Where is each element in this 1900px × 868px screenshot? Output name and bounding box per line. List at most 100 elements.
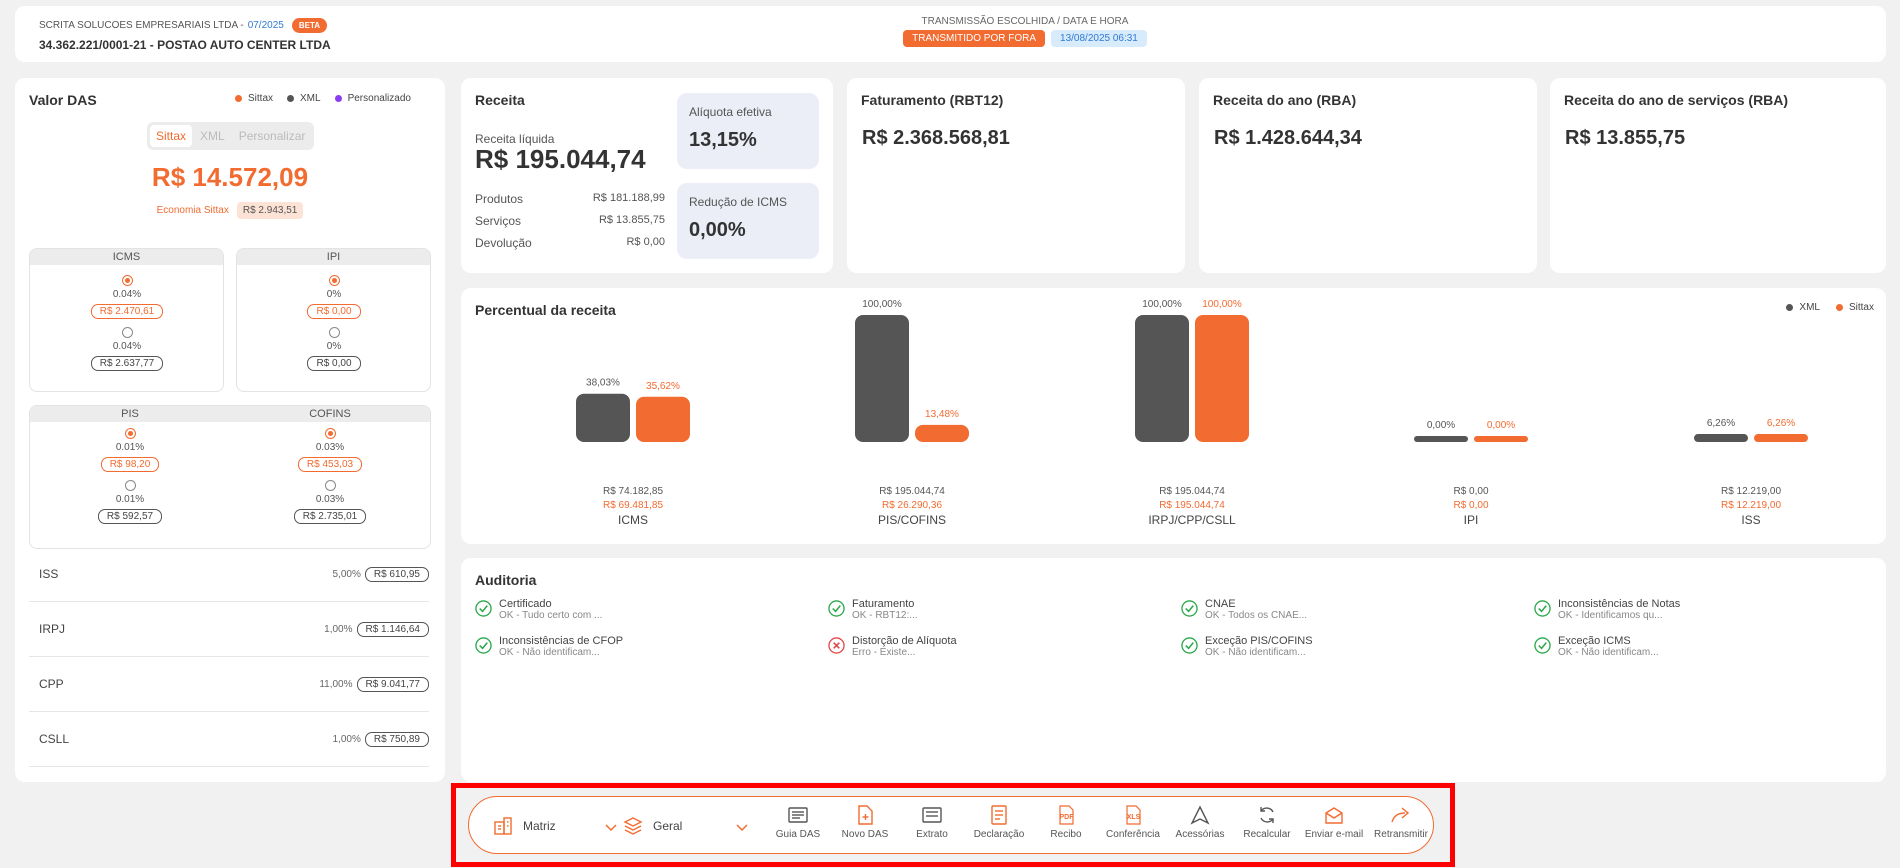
conferencia-button[interactable]: XLS Conferência [1101,805,1165,840]
tax-row-iss: ISS 5,00% R$ 610,95 [29,547,429,602]
audit-title: Exceção PIS/COFINS [1205,635,1313,647]
file-plus-icon [858,805,873,825]
tax-name: CSLL [39,732,70,746]
recalcular-button[interactable]: Recalcular [1235,805,1299,840]
refresh-icon [1260,807,1274,823]
bar-label: 38,03% [586,378,620,389]
das-legend: Sittax XML Personalizado [235,93,411,104]
amount-label: R$ 26.290,36 [882,500,942,511]
acessorias-button[interactable]: Acessórias [1168,805,1232,840]
audit-title: Inconsistências de CFOP [499,635,624,647]
audit-item[interactable]: Exceção ICMS OK - Não identificam... [1534,635,1659,658]
icms-radio-xml[interactable] [121,327,133,338]
audit-item[interactable]: Faturamento OK - RBT12:... [828,598,918,621]
ipi-radio-sittax[interactable] [328,275,340,286]
receita-line-servicos: Serviços R$ 13.855,75 [475,214,665,228]
share-arrow-icon [1391,807,1410,823]
enviar-email-button[interactable]: Enviar e-mail [1302,805,1366,840]
svg-text:XLS: XLS [1127,814,1141,821]
amount-label: R$ 12.219,00 [1721,486,1781,497]
audit-item[interactable]: Inconsistências de Notas OK - Identificam… [1534,598,1680,621]
button-label: Novo DAS [841,829,889,840]
receita-title: Receita [475,92,525,108]
tax-pct: 5,00% [332,568,361,580]
amount-label: R$ 195.044,74 [1159,486,1225,497]
audit-item[interactable]: Inconsistências de CFOP OK - Não identifi… [475,635,623,658]
cofins-radio-sittax[interactable] [324,428,336,439]
receita-line-produtos: Produtos R$ 181.188,99 [475,192,665,206]
chevron-down-icon[interactable] [736,822,748,832]
bar-xml [576,393,630,442]
tax-pct: 11,00% [319,678,353,690]
pdf-icon: PDF [1059,805,1074,825]
recibo-button[interactable]: PDF Recibo [1034,805,1098,840]
pis-radio-sittax[interactable] [124,428,136,439]
bar-label: 6,26% [1707,418,1735,429]
economy-label: Economia Sittax [156,205,229,216]
amount-label: R$ 195.044,74 [879,486,945,497]
auditoria-card: Auditoria Certificado OK - Tudo certo com… [461,558,1886,782]
pis-cofins-box: PIS COFINS 0.01% R$ 98,20 0.01% R$ 592,5… [29,405,431,549]
tab-xml[interactable]: XML [194,125,231,147]
declaracao-button[interactable]: Declaração [967,805,1031,840]
legend-xml: XML [287,93,321,104]
header-bar: SCRITA SOLUCOES EMPRESARIAIS LTDA - 07/2… [15,6,1886,62]
amount-label: R$ 0,00 [1453,486,1488,497]
icms-box: ICMS 0.04% R$ 2.470,61 0.04% R$ 2.637,77 [29,248,224,392]
matriz-select[interactable]: Matriz [493,816,556,836]
receita-line-devolucao: Devolução R$ 0,00 [475,236,665,250]
cofins-radio-xml[interactable] [324,480,336,491]
chevron-down-icon[interactable] [605,822,617,832]
bar-xml [1414,436,1468,442]
bar-label: 0,00% [1427,420,1455,431]
cofins-value-sittax: R$ 453,03 [297,457,363,472]
audit-item[interactable]: Distorção de Alíquota Erro - Existe... [828,635,957,658]
check-circle-icon [1181,637,1198,654]
bar-label: 100,00% [862,299,902,310]
icms-pct-xml: 0.04% [112,341,142,352]
audit-item[interactable]: Exceção PIS/COFINS OK - Não identificam..… [1181,635,1313,658]
ipi-title: IPI [326,251,341,263]
das-source-tabs: Sittax XML Personalizar [147,122,315,150]
tax-row-irpj: IRPJ 1,00% R$ 1.146,64 [29,602,429,657]
kpi-value: R$ 1.428.644,34 [1214,127,1362,149]
period-link[interactable]: 07/2025 [248,20,284,31]
audit-title: Faturamento [852,598,915,610]
button-label: Guia DAS [775,829,821,840]
audit-item[interactable]: Certificado OK - Tudo certo com ... [475,598,602,621]
tab-personalizar[interactable]: Personalizar [233,125,312,147]
guia-das-button[interactable]: Guia DAS [766,805,830,840]
icms-title: ICMS [112,251,141,263]
geral-label: Geral [653,819,683,833]
category-label: ICMS [618,513,648,527]
button-label: Extrato [916,829,948,840]
action-toolbar: Matriz Geral Guia DAS Novo DAS Extrato D… [468,796,1434,854]
audit-subtitle: OK - RBT12:... [852,610,918,621]
receita-ano-card: Receita do ano (RBA) R$ 1.428.644,34 [1199,78,1537,273]
icms-value-sittax: R$ 2.470,61 [90,304,164,319]
economy-value: R$ 2.943,51 [236,202,304,219]
button-label: Conferência [1106,829,1160,840]
audit-item[interactable]: CNAE OK - Todos os CNAE... [1181,598,1307,621]
legend-sittax: Sittax [235,93,273,104]
amount-label: R$ 69.481,85 [603,500,663,511]
ipi-radio-xml[interactable] [328,327,340,338]
check-circle-icon [475,637,492,654]
transmission-date-badge: 13/08/2025 06:31 [1051,30,1147,47]
tab-sittax[interactable]: Sittax [150,125,193,147]
pis-radio-xml[interactable] [124,480,136,491]
company-line: SCRITA SOLUCOES EMPRESARIAIS LTDA - 07/2… [39,18,328,33]
amount-label: R$ 0,00 [1453,500,1488,511]
amount-label: R$ 195.044,74 [1159,500,1225,511]
button-label: Acessórias [1175,829,1225,840]
tax-row-cpp: CPP 11,00% R$ 9.041,77 [29,657,429,712]
receita-liquida-value: R$ 195.044,74 [475,144,646,174]
extrato-button[interactable]: Extrato [900,805,964,840]
geral-select[interactable]: Geral [623,816,682,836]
audit-subtitle: OK - Não identificam... [499,647,600,658]
novo-das-button[interactable]: Novo DAS [833,805,897,840]
icms-radio-sittax[interactable] [121,275,133,286]
retransmitir-button[interactable]: Retransmitir [1369,805,1433,840]
valor-das-card: Valor DAS Sittax XML Personalizado Sitta… [15,78,445,782]
legend-personalizado: Personalizado [334,93,411,104]
